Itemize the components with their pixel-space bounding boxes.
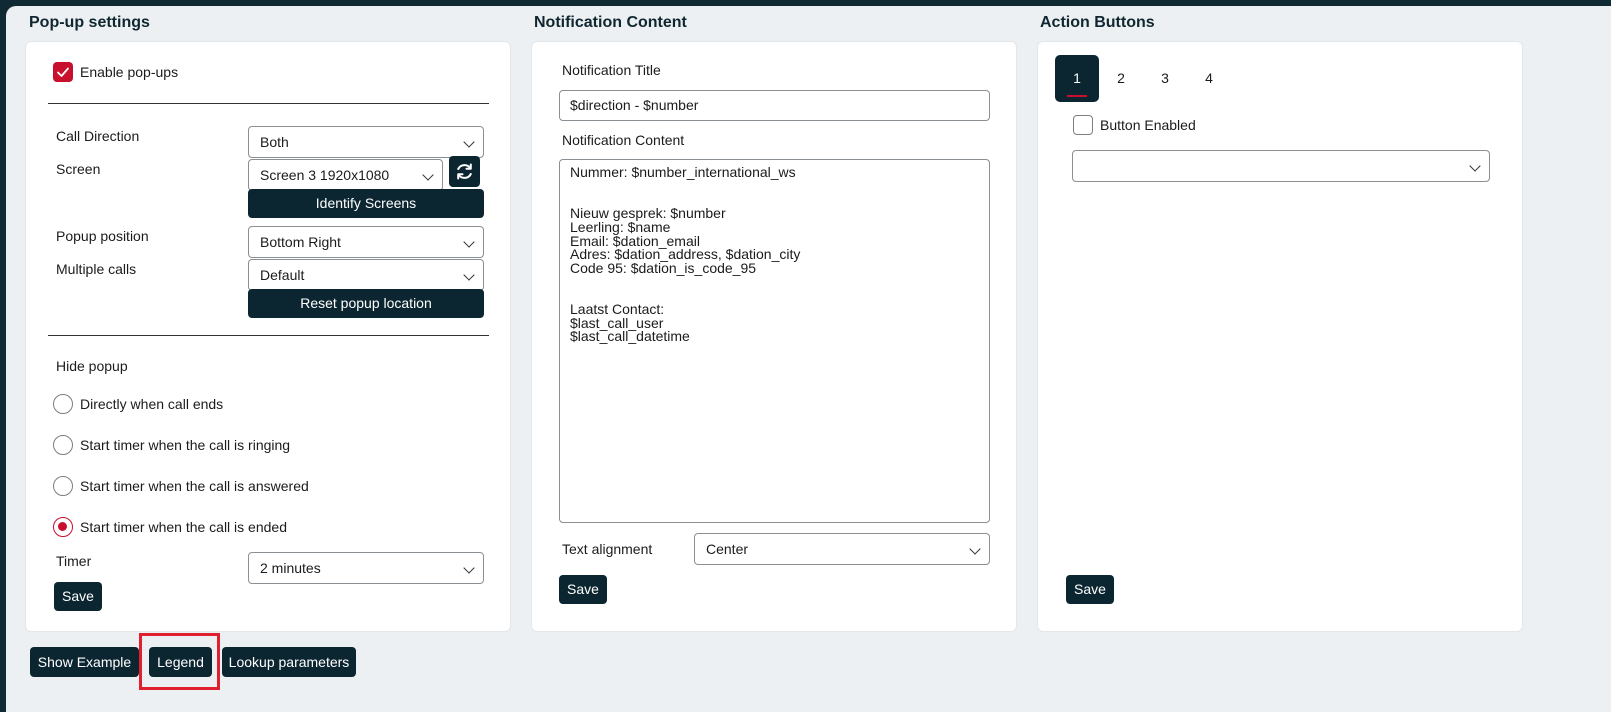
legend-button[interactable]: Legend <box>149 647 212 677</box>
chevron-down-icon <box>463 136 475 148</box>
hide-option-label: Start timer when the call is ringing <box>80 437 291 453</box>
notification-content-textarea[interactable]: Nummer: $number_international_ws Nieuw g… <box>559 159 990 523</box>
hide-option-label: Directly when call ends <box>80 396 224 412</box>
multiple-calls-value: Default <box>260 267 305 283</box>
tab-1[interactable]: 1 <box>1055 55 1099 102</box>
chevron-down-icon <box>422 169 434 181</box>
notification-title-value: $direction - $number <box>570 97 699 113</box>
identify-screens-button[interactable]: Identify Screens <box>248 189 484 218</box>
notification-title-input[interactable]: $direction - $number <box>559 90 990 121</box>
refresh-screens-button[interactable] <box>449 156 480 187</box>
hide-option-label: Start timer when the call is ended <box>80 519 287 535</box>
divider <box>48 103 489 104</box>
hide-option-radio[interactable] <box>53 476 73 496</box>
popup-position-select[interactable]: Bottom Right <box>248 226 484 258</box>
timer-label: Timer <box>56 553 92 569</box>
button-enabled-label: Button Enabled <box>1100 117 1196 133</box>
notification-content-label: Notification Content <box>562 132 685 148</box>
action-buttons-title: Action Buttons <box>1040 14 1155 31</box>
tab-4[interactable]: 4 <box>1187 55 1231 102</box>
check-icon <box>57 67 69 77</box>
notification-save-button[interactable]: Save <box>559 575 607 604</box>
action-buttons-card: 1 2 3 4 Button Enabled Save <box>1037 41 1523 632</box>
tab-3[interactable]: 3 <box>1143 55 1187 102</box>
hide-option-radio[interactable] <box>53 435 73 455</box>
enable-popups-label: Enable pop-ups <box>80 64 179 80</box>
button-enabled-checkbox[interactable] <box>1073 115 1093 135</box>
chevron-down-icon <box>463 562 475 574</box>
hide-option-radio[interactable] <box>53 394 73 414</box>
popup-position-label: Popup position <box>56 228 149 244</box>
call-direction-label: Call Direction <box>56 128 140 144</box>
show-example-button[interactable]: Show Example <box>30 647 139 677</box>
notification-content-title: Notification Content <box>534 14 687 31</box>
chevron-down-icon <box>463 236 475 248</box>
screen-select[interactable]: Screen 3 1920x1080 <box>248 159 443 191</box>
popup-settings-card: Enable pop-ups Call Direction Both Scree… <box>25 41 511 632</box>
hide-option-radio[interactable] <box>53 517 73 537</box>
action-select[interactable] <box>1072 150 1490 182</box>
multiple-calls-label: Multiple calls <box>56 261 137 277</box>
chevron-down-icon <box>969 543 981 555</box>
popup-settings-save-button[interactable]: Save <box>54 582 102 611</box>
popup-position-value: Bottom Right <box>260 234 341 250</box>
hide-option-label: Start timer when the call is answered <box>80 478 309 494</box>
text-alignment-value: Center <box>706 541 749 557</box>
divider <box>48 335 489 336</box>
call-direction-value: Both <box>260 134 289 150</box>
popup-settings-title: Pop-up settings <box>29 14 150 31</box>
text-alignment-select[interactable]: Center <box>694 533 990 565</box>
chevron-down-icon <box>463 269 475 281</box>
notification-title-label: Notification Title <box>562 62 661 78</box>
page: Pop-up settings Enable pop-ups Call Dire… <box>6 6 1611 712</box>
action-buttons-save-button[interactable]: Save <box>1066 575 1114 604</box>
lookup-parameters-button[interactable]: Lookup parameters <box>222 647 356 677</box>
chevron-down-icon <box>1469 160 1481 172</box>
enable-popups-checkbox[interactable] <box>53 62 73 82</box>
notification-content-card: Notification Title $direction - $number … <box>531 41 1017 632</box>
screen-value: Screen 3 1920x1080 <box>260 167 390 183</box>
screen-label: Screen <box>56 161 101 177</box>
tab-2[interactable]: 2 <box>1099 55 1143 102</box>
hide-popup-label: Hide popup <box>56 358 128 374</box>
reset-popup-location-button[interactable]: Reset popup location <box>248 289 484 318</box>
multiple-calls-select[interactable]: Default <box>248 259 484 291</box>
call-direction-select[interactable]: Both <box>248 126 484 158</box>
timer-select[interactable]: 2 minutes <box>248 552 484 584</box>
refresh-icon <box>457 163 472 180</box>
text-alignment-label: Text alignment <box>562 541 653 557</box>
timer-value: 2 minutes <box>260 560 321 576</box>
